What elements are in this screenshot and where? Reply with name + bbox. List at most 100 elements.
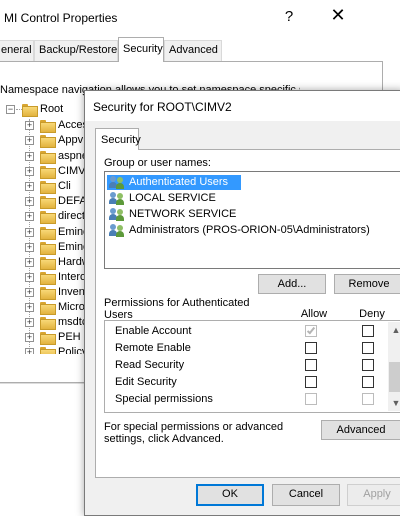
folder-icon (40, 120, 56, 133)
expand-icon[interactable]: + (25, 288, 34, 297)
expand-icon[interactable]: + (25, 167, 34, 176)
dialog-title-bar[interactable]: Security for ROOT\CIMV2 (85, 91, 400, 121)
checkmark-icon (306, 325, 316, 335)
tab-backup-restore[interactable]: Backup/Restore (34, 40, 118, 61)
user-name: Administrators (PROS-ORION-05\Administra… (129, 224, 370, 236)
folder-icon (40, 332, 56, 345)
expand-icon[interactable]: + (25, 333, 34, 342)
expand-icon[interactable]: + (25, 212, 34, 221)
tree-item-label: Policy (58, 346, 88, 354)
tree-item[interactable]: + Emine (2, 225, 90, 241)
tab-security[interactable]: Security (95, 128, 141, 150)
tree-item[interactable]: + Cli (2, 179, 90, 195)
permission-name: Remote Enable (115, 342, 191, 354)
dialog-title: Security for ROOT\CIMV2 (93, 100, 232, 114)
scrollbar-thumb[interactable] (389, 362, 400, 392)
tree-item[interactable]: + Hardw (2, 255, 90, 271)
tree-item-label: Cli (58, 180, 71, 192)
expand-icon[interactable]: + (25, 228, 34, 237)
tree-item[interactable]: + Appv (2, 133, 90, 149)
deny-checkbox[interactable] (362, 325, 374, 337)
deny-checkbox[interactable] (362, 342, 374, 354)
expand-icon[interactable]: + (25, 318, 34, 327)
folder-icon (40, 181, 56, 194)
folder-icon (40, 166, 56, 179)
folder-icon (40, 211, 56, 224)
permissions-scrollbar[interactable]: ▲ ▼ (388, 322, 400, 411)
deny-column-header: Deny (359, 308, 385, 320)
remove-button[interactable]: Remove (334, 274, 400, 294)
tree-item[interactable]: + Interop (2, 270, 90, 286)
tree-item-root[interactable]: − Root (2, 102, 90, 118)
folder-icon (40, 317, 56, 330)
tab-label: Backup/Restore (39, 44, 118, 56)
expand-icon[interactable]: + (25, 303, 34, 312)
collapse-icon[interactable]: − (6, 105, 15, 114)
user-row-network-service[interactable]: NETWORK SERVICE (107, 207, 397, 222)
tree-item[interactable]: + CIMV2 (2, 164, 90, 180)
allow-checkbox[interactable] (305, 376, 317, 388)
folder-icon (40, 227, 56, 240)
ok-button[interactable]: OK (196, 484, 264, 506)
tree-item[interactable]: + Micros (2, 300, 90, 316)
tree-item[interactable]: + Emine (2, 240, 90, 256)
tab-label: eneral (1, 44, 32, 56)
scroll-up-icon[interactable]: ▲ (388, 322, 400, 338)
scroll-down-icon[interactable]: ▼ (388, 395, 400, 411)
tree-item-label: msdtc (58, 316, 88, 328)
user-name: NETWORK SERVICE (129, 208, 237, 220)
tree-item[interactable]: + msdtc (2, 315, 90, 331)
help-icon[interactable]: ? (283, 8, 295, 25)
special-permissions-note: For special permissions or advanced sett… (104, 421, 284, 445)
tab-label: Advanced (169, 44, 218, 56)
allow-checkbox[interactable] (305, 359, 317, 371)
tab-general[interactable]: eneral (0, 40, 34, 61)
title-bar: MI Control Properties ? ✕ (0, 0, 400, 36)
tree-item[interactable]: + Policy (2, 345, 90, 354)
expand-icon[interactable]: + (25, 197, 34, 206)
expand-icon[interactable]: + (25, 121, 34, 130)
tree-item[interactable]: + directo (2, 209, 90, 225)
expand-icon[interactable]: + (25, 348, 34, 354)
permission-row-special-permissions: Special permissions (115, 393, 213, 409)
deny-checkbox[interactable] (362, 376, 374, 388)
tree-item[interactable]: + DEFA (2, 194, 90, 210)
group-or-user-names-label: Group or user names: (104, 157, 211, 169)
apply-button[interactable]: Apply (347, 484, 400, 506)
user-row-local-service[interactable]: LOCAL SERVICE (107, 191, 397, 206)
folder-icon (22, 104, 38, 117)
folder-icon (40, 302, 56, 315)
close-icon[interactable]: ✕ (330, 5, 346, 26)
cancel-button[interactable]: Cancel (272, 484, 340, 506)
folder-icon (40, 257, 56, 270)
tree-item[interactable]: + aspne (2, 149, 90, 165)
tree-item[interactable]: + PEH (2, 330, 90, 346)
expand-icon[interactable]: + (25, 258, 34, 267)
namespace-tree[interactable]: − Root + Acces + Appv + aspne + CIMV2 + (2, 99, 90, 354)
security-dialog: Security for ROOT\CIMV2 Security Group o… (84, 90, 400, 516)
permissions-list[interactable]: Enable Account Remote Enable Read Securi… (104, 320, 400, 413)
allow-checkbox[interactable] (305, 325, 317, 337)
user-name: Authenticated Users (129, 176, 229, 188)
user-list[interactable]: Authenticated Users LOCAL SERVICE NETWOR… (104, 171, 400, 269)
tab-advanced[interactable]: Advanced (164, 40, 222, 61)
tab-label: Security (123, 43, 163, 55)
expand-icon[interactable]: + (25, 243, 34, 252)
expand-icon[interactable]: + (25, 136, 34, 145)
permission-name: Read Security (115, 359, 185, 371)
tab-security[interactable]: Security (118, 37, 164, 62)
expand-icon[interactable]: + (25, 182, 34, 191)
user-row-administrators[interactable]: Administrators (PROS-ORION-05\Administra… (107, 223, 400, 238)
window-title: MI Control Properties (4, 11, 118, 25)
allow-checkbox[interactable] (305, 342, 317, 354)
tree-item[interactable]: + Invent (2, 285, 90, 301)
folder-icon (40, 272, 56, 285)
expand-icon[interactable]: + (25, 273, 34, 282)
add-button[interactable]: Add... (258, 274, 326, 294)
tree-item-label: Appv (58, 134, 84, 146)
advanced-button[interactable]: Advanced (321, 420, 400, 440)
expand-icon[interactable]: + (25, 152, 34, 161)
tree-item[interactable]: + Acces (2, 118, 90, 134)
deny-checkbox[interactable] (362, 359, 374, 371)
user-row-authenticated-users[interactable]: Authenticated Users (107, 175, 241, 190)
